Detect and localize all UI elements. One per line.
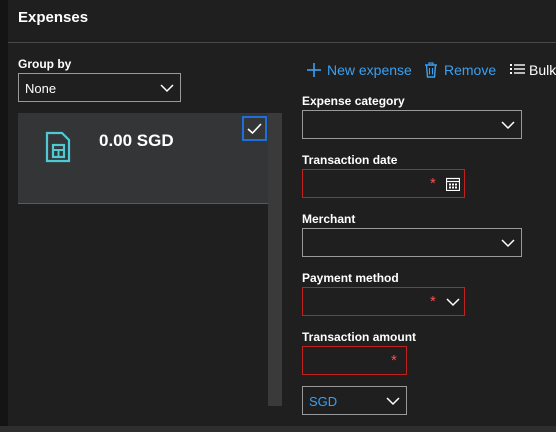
transaction-amount-label: Transaction amount — [302, 330, 417, 344]
list-scrollbar[interactable] — [268, 113, 282, 406]
plus-icon — [307, 63, 321, 77]
merchant-label: Merchant — [302, 212, 356, 226]
bulk-label: Bulk — [529, 62, 556, 78]
expense-category-label: Expense category — [302, 94, 405, 108]
group-by-label: Group by — [18, 57, 72, 71]
list-icon — [510, 64, 525, 74]
required-asterisk: * — [391, 352, 397, 369]
transaction-date-label: Transaction date — [302, 153, 398, 167]
expense-category-dropdown[interactable] — [302, 110, 522, 139]
checkmark-icon — [247, 123, 262, 135]
page-title: Expenses — [18, 9, 89, 26]
expense-amount: 0.00 SGD — [99, 131, 174, 150]
expense-card[interactable]: 0.00 SGD — [18, 113, 268, 204]
chevron-down-icon — [386, 397, 400, 406]
calendar-icon[interactable] — [446, 177, 460, 191]
receipt-icon — [45, 131, 71, 163]
payment-method-dropdown[interactable]: * — [302, 287, 465, 316]
currency-dropdown[interactable]: SGD — [302, 386, 407, 415]
currency-value: SGD — [309, 394, 338, 409]
panel-header: Expenses — [8, 0, 556, 43]
select-checkbox[interactable] — [242, 116, 267, 141]
bulk-button[interactable]: Bulk — [510, 60, 556, 80]
remove-label: Remove — [444, 62, 497, 78]
required-asterisk: * — [430, 175, 436, 192]
bottom-scrollbar[interactable] — [0, 426, 556, 432]
chevron-down-icon — [501, 121, 515, 130]
chevron-down-icon — [160, 84, 174, 93]
remove-button[interactable]: Remove — [424, 60, 499, 80]
trash-icon — [425, 62, 437, 78]
required-asterisk: * — [430, 293, 436, 310]
expenses-panel: Expenses Group by None 0.00 SGD New expe… — [8, 0, 556, 426]
payment-method-label: Payment method — [302, 271, 399, 285]
merchant-dropdown[interactable] — [302, 228, 522, 257]
new-expense-button[interactable]: New expense — [306, 60, 412, 80]
transaction-amount-input[interactable]: * — [302, 346, 407, 375]
left-edge — [0, 0, 8, 432]
chevron-down-icon — [446, 298, 460, 307]
group-by-dropdown[interactable]: None — [18, 73, 181, 102]
transaction-date-input[interactable]: * — [302, 169, 465, 198]
chevron-down-icon — [501, 239, 515, 248]
group-by-value: None — [25, 81, 57, 96]
new-expense-label: New expense — [327, 62, 412, 78]
